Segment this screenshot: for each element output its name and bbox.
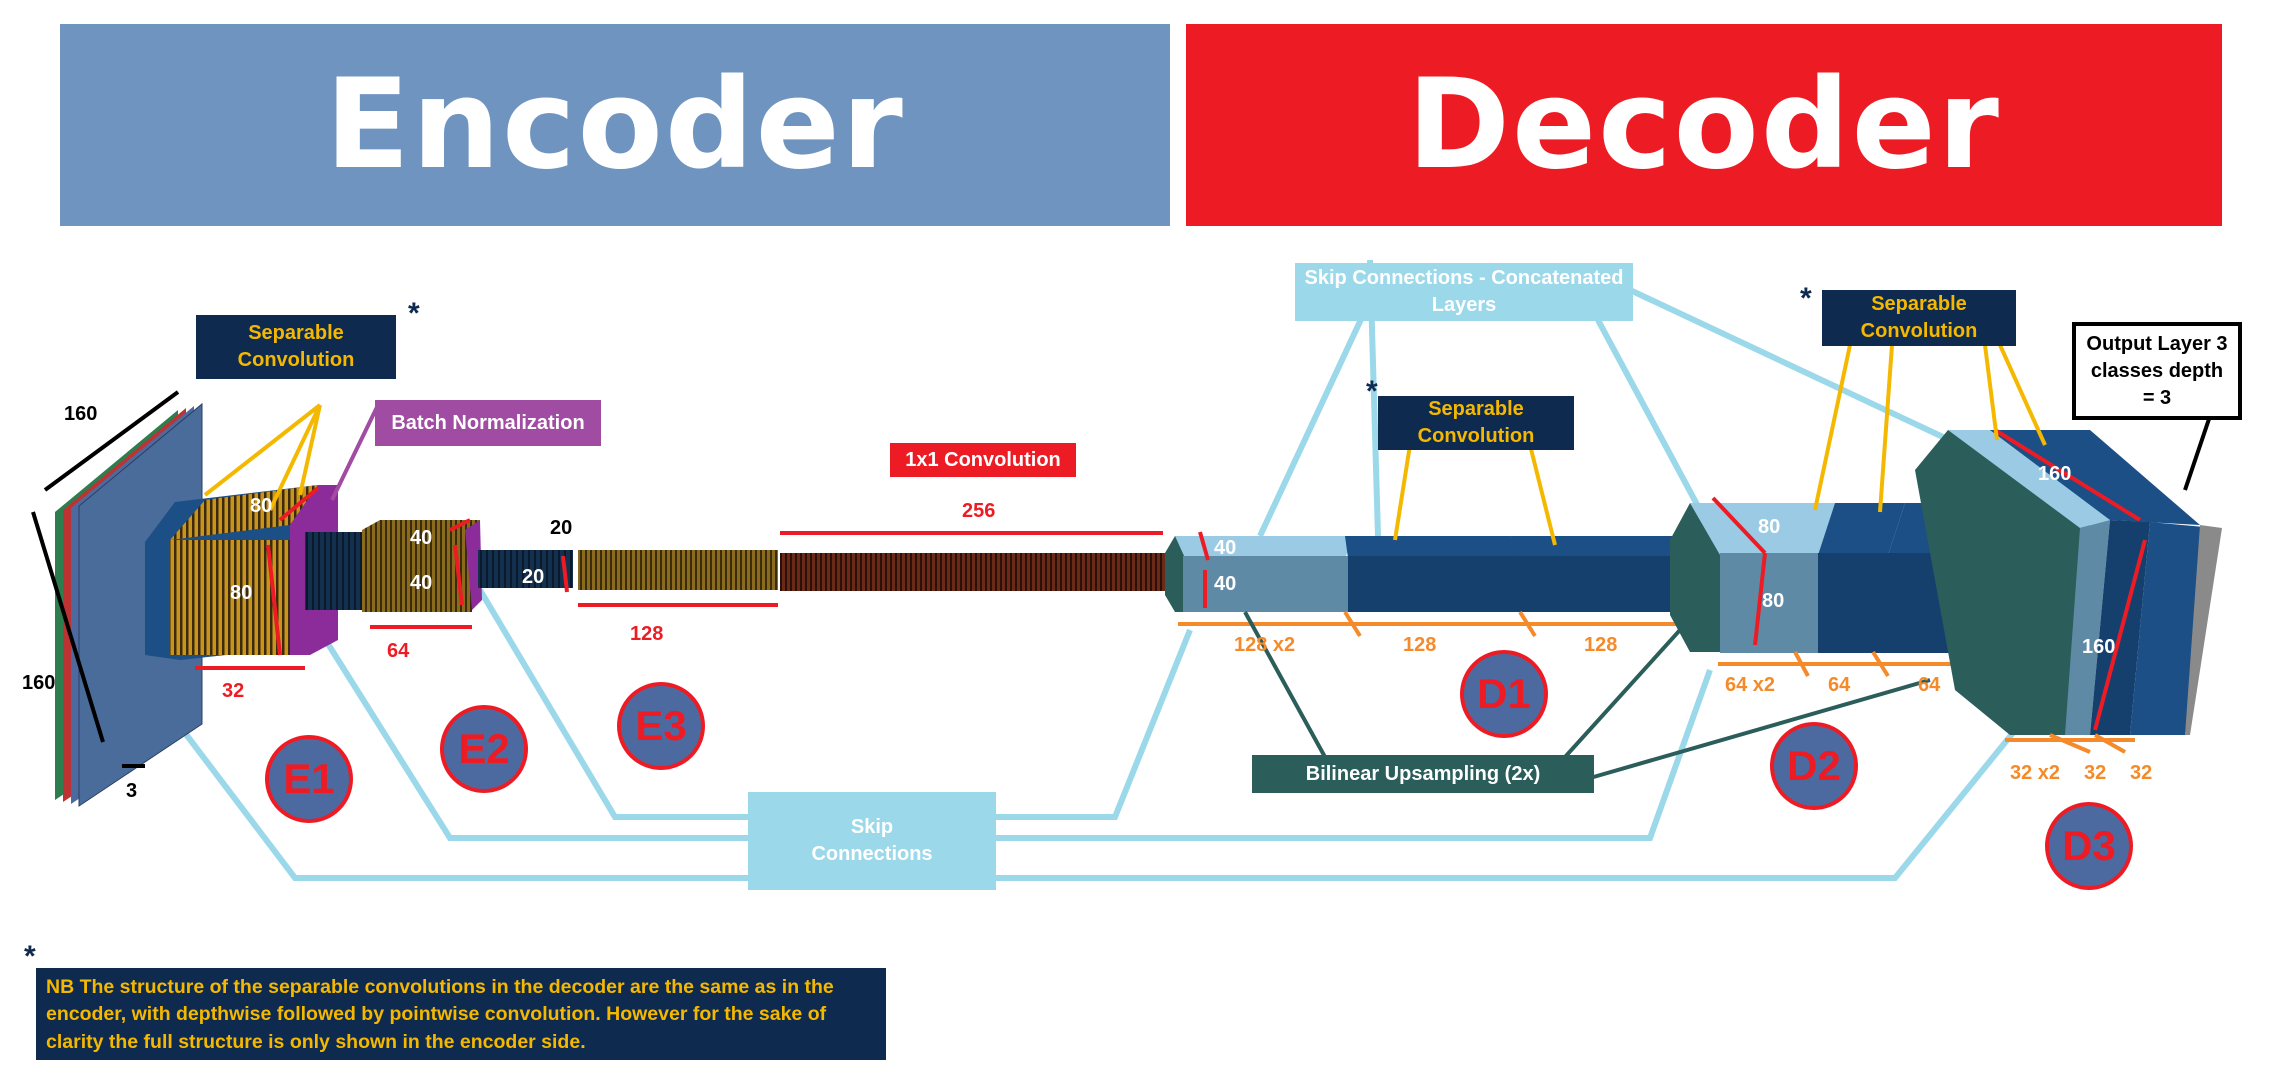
conv1x1-block (780, 531, 1170, 591)
footnote-star: * (1800, 282, 1812, 315)
d1-depth-label: 128 (1584, 634, 1618, 656)
input-height-label: 160 (22, 672, 56, 694)
e3-depth-label: 128 (630, 623, 664, 645)
e3-width-label: 20 (550, 517, 573, 539)
stage-e2-badge: E2 (440, 705, 528, 793)
e2-width-label: 40 (410, 527, 433, 549)
d3-width-label: 160 (2038, 463, 2072, 485)
batch-norm-label: Batch Normalization (375, 400, 601, 446)
d1-concat-label: 128 x2 (1234, 634, 1296, 656)
bilinear-upsampling-label: Bilinear Upsampling (2x) (1252, 755, 1594, 793)
e1-height-label: 80 (230, 582, 253, 604)
d1-width-label: 40 (1214, 537, 1237, 559)
sep-conv-decoder-d1-label: Separable Convolution (1378, 396, 1574, 450)
stage-d1-badge: D1 (1460, 650, 1548, 738)
d2-height-label: 80 (1762, 590, 1785, 612)
e1-width-label: 80 (250, 495, 273, 517)
stage-d3-badge: D3 (2045, 802, 2133, 890)
d3-height-label: 160 (2082, 636, 2116, 658)
d2-depth-label: 64 (1828, 674, 1851, 696)
skip-concat-label: Skip Connections - Concatenated Layers (1295, 263, 1633, 321)
e3-height-label: 20 (522, 566, 545, 588)
e2-height-label: 40 (410, 572, 433, 594)
skip-connections-label: Skip Connections (748, 792, 996, 890)
input-width-label: 160 (64, 403, 98, 425)
d2-concat-label: 64 x2 (1725, 674, 1776, 696)
conv1x1-depth-label: 256 (962, 500, 996, 522)
output-pointer (2183, 415, 2212, 491)
footnote-star: * (1366, 375, 1378, 408)
stage-e1-badge: E1 (265, 735, 353, 823)
architecture-diagram (31, 259, 2222, 881)
input-depth-label: 3 (126, 780, 138, 802)
footnote-text: NB The structure of the separable convol… (36, 968, 886, 1060)
d3-concat-label: 32 x2 (2010, 762, 2061, 784)
batchnorm-pointer (330, 404, 380, 501)
d1-height-label: 40 (1214, 573, 1237, 595)
footnote-star: * (24, 940, 36, 973)
e2-depth-label: 64 (387, 640, 410, 662)
conv1x1-label: 1x1 Convolution (890, 443, 1076, 477)
sep-conv-encoder-label: Separable Convolution (196, 315, 396, 379)
output-layer-label: Output Layer 3 classes depth = 3 (2072, 322, 2242, 420)
stage-e3-badge: E3 (617, 682, 705, 770)
footnote-star: * (408, 297, 420, 330)
sep-conv-decoder-d2-label: Separable Convolution (1822, 290, 2016, 346)
d1-depth-label: 128 (1403, 634, 1437, 656)
d2-width-label: 80 (1758, 516, 1781, 538)
d2-depth-label: 64 (1918, 674, 1941, 696)
d3-depth-label: 32 (2130, 762, 2153, 784)
stage-d2-badge: D2 (1770, 722, 1858, 810)
d3-depth-label: 32 (2084, 762, 2107, 784)
e1-depth-label: 32 (222, 680, 245, 702)
d1-block (1165, 531, 1692, 638)
